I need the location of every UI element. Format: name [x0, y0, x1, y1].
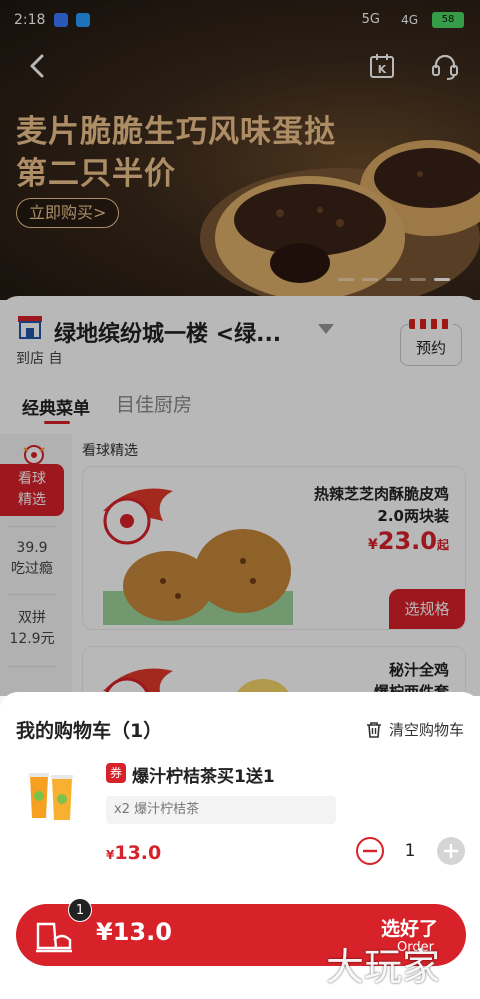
cart-count-badge: 1 — [68, 898, 92, 922]
watermark: 大玩家 — [326, 945, 441, 989]
minus-icon[interactable] — [355, 836, 385, 866]
cart-item-price: ¥13.0 — [106, 842, 161, 864]
trash-icon — [366, 721, 381, 738]
clear-cart-button[interactable]: 清空购物车 — [365, 719, 464, 740]
cart-total: ¥13.0 — [96, 918, 172, 946]
modal-shade — [0, 0, 480, 296]
clear-cart-label: 清空购物车 — [388, 721, 464, 739]
modal-overlay[interactable] — [0, 296, 480, 696]
price-value: 13.0 — [114, 842, 162, 864]
promo-banner[interactable]: 2:18 5G 4G 58 K 麦片脆脆生巧风味蛋挞 第二只半价 立即购买> — [0, 0, 480, 300]
cart-item-name: 爆汁柠桔茶买1送1 — [132, 767, 275, 787]
quantity-value: 1 — [404, 841, 416, 861]
shopping-bag-icon — [36, 922, 72, 953]
cart-title: 我的购物车（1） — [16, 720, 163, 742]
cart-item-detail: x2 爆汁柠桔茶 — [106, 796, 336, 824]
citrus-tea-image — [29, 773, 73, 820]
coupon-badge: 券 — [106, 763, 126, 783]
plus-icon[interactable] — [436, 836, 466, 866]
